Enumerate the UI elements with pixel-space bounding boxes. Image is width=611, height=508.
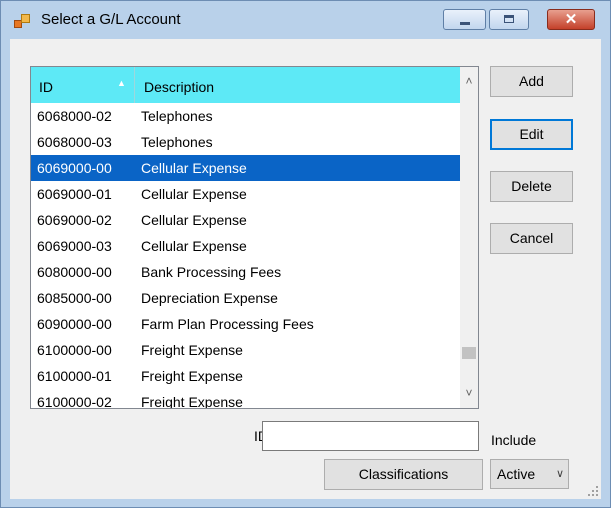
table-row[interactable]: 6069000-03 Cellular Expense [31,233,460,259]
column-header-id-label: ID [39,79,53,95]
account-id-cell: 6068000-02 [37,108,112,124]
account-id-cell: 6069000-00 [37,160,112,176]
dialog-body: ID ▲ Description 6068000-02 Telephones 606… [10,39,601,499]
minimize-icon [460,22,470,25]
app-icon [14,14,30,28]
table-row[interactable]: 6100000-01 Freight Expense [31,363,460,389]
minimize-button[interactable] [443,9,486,30]
account-id-cell: 6100000-01 [37,368,112,384]
title-bar[interactable]: Select a G/L Account ✕ [1,1,610,39]
grid-header: ID ▲ Description [31,67,460,103]
account-description-cell: Cellular Expense [141,212,247,228]
cancel-button[interactable]: Cancel [490,223,573,254]
table-row[interactable]: 6100000-00 Freight Expense [31,337,460,363]
include-dropdown-value: Active [497,466,536,482]
maximize-button[interactable] [489,9,529,30]
window-title: Select a G/L Account [41,11,181,28]
table-row[interactable]: 6069000-01 Cellular Expense [31,181,460,207]
scroll-thumb[interactable] [462,347,476,359]
table-row[interactable]: 6085000-00 Depreciation Expense [31,285,460,311]
column-header-description[interactable]: Description [135,67,460,103]
vertical-scrollbar[interactable]: ˄ ˅ [460,67,478,408]
account-description-cell: Cellular Expense [141,238,247,254]
account-description-cell: Farm Plan Processing Fees [141,316,314,332]
account-id-cell: 6080000-00 [37,264,112,280]
table-row[interactable]: 6068000-02 Telephones [31,103,460,129]
sort-ascending-icon: ▲ [117,78,126,88]
account-id-cell: 6085000-00 [37,290,112,306]
account-description-cell: Freight Expense [141,394,243,409]
table-row[interactable]: 6069000-00 Cellular Expense [31,155,460,181]
include-dropdown[interactable]: Active ∨ [490,459,569,489]
account-description-cell: Depreciation Expense [141,290,278,306]
table-row[interactable]: 6080000-00 Bank Processing Fees [31,259,460,285]
scroll-up-icon[interactable]: ˄ [460,71,478,91]
account-description-cell: Freight Expense [141,342,243,358]
table-row[interactable]: 6090000-00 Farm Plan Processing Fees [31,311,460,337]
scroll-down-icon[interactable]: ˅ [460,383,478,403]
account-description-cell: Telephones [141,134,213,150]
delete-button[interactable]: Delete [490,171,573,202]
account-id-cell: 6069000-03 [37,238,112,254]
include-label: Include [491,432,537,448]
classifications-button[interactable]: Classifications [324,459,483,490]
close-icon: ✕ [564,11,578,28]
column-header-id[interactable]: ID ▲ [31,67,135,103]
account-description-cell: Cellular Expense [141,160,247,176]
resize-grip-icon[interactable] [588,486,598,496]
account-description-cell: Telephones [141,108,213,124]
account-grid[interactable]: ID ▲ Description 6068000-02 Telephones 606… [30,66,479,409]
chevron-down-icon: ∨ [555,468,564,480]
table-row[interactable]: 6068000-03 Telephones [31,129,460,155]
table-row[interactable]: 6069000-02 Cellular Expense [31,207,460,233]
edit-button[interactable]: Edit [490,119,573,150]
grid-rows: 6068000-02 Telephones 6068000-03 Telephones… [31,103,460,409]
account-description-cell: Cellular Expense [141,186,247,202]
account-id-cell: 6100000-02 [37,394,112,409]
account-id-cell: 6069000-01 [37,186,112,202]
account-description-cell: Freight Expense [141,368,243,384]
table-row[interactable]: 6100000-02 Freight Expense [31,389,460,409]
close-button[interactable]: ✕ [547,9,595,30]
account-id-cell: 6069000-02 [37,212,112,228]
add-button[interactable]: Add [490,66,573,97]
account-description-cell: Bank Processing Fees [141,264,282,280]
account-id-cell: 6100000-00 [37,342,112,358]
account-id-cell: 6090000-00 [37,316,112,332]
maximize-icon [504,15,514,23]
id-filter-input[interactable] [262,421,479,451]
dialog-window: Select a G/L Account ✕ ID ▲ Description … [0,0,611,508]
account-id-cell: 6068000-03 [37,134,112,150]
